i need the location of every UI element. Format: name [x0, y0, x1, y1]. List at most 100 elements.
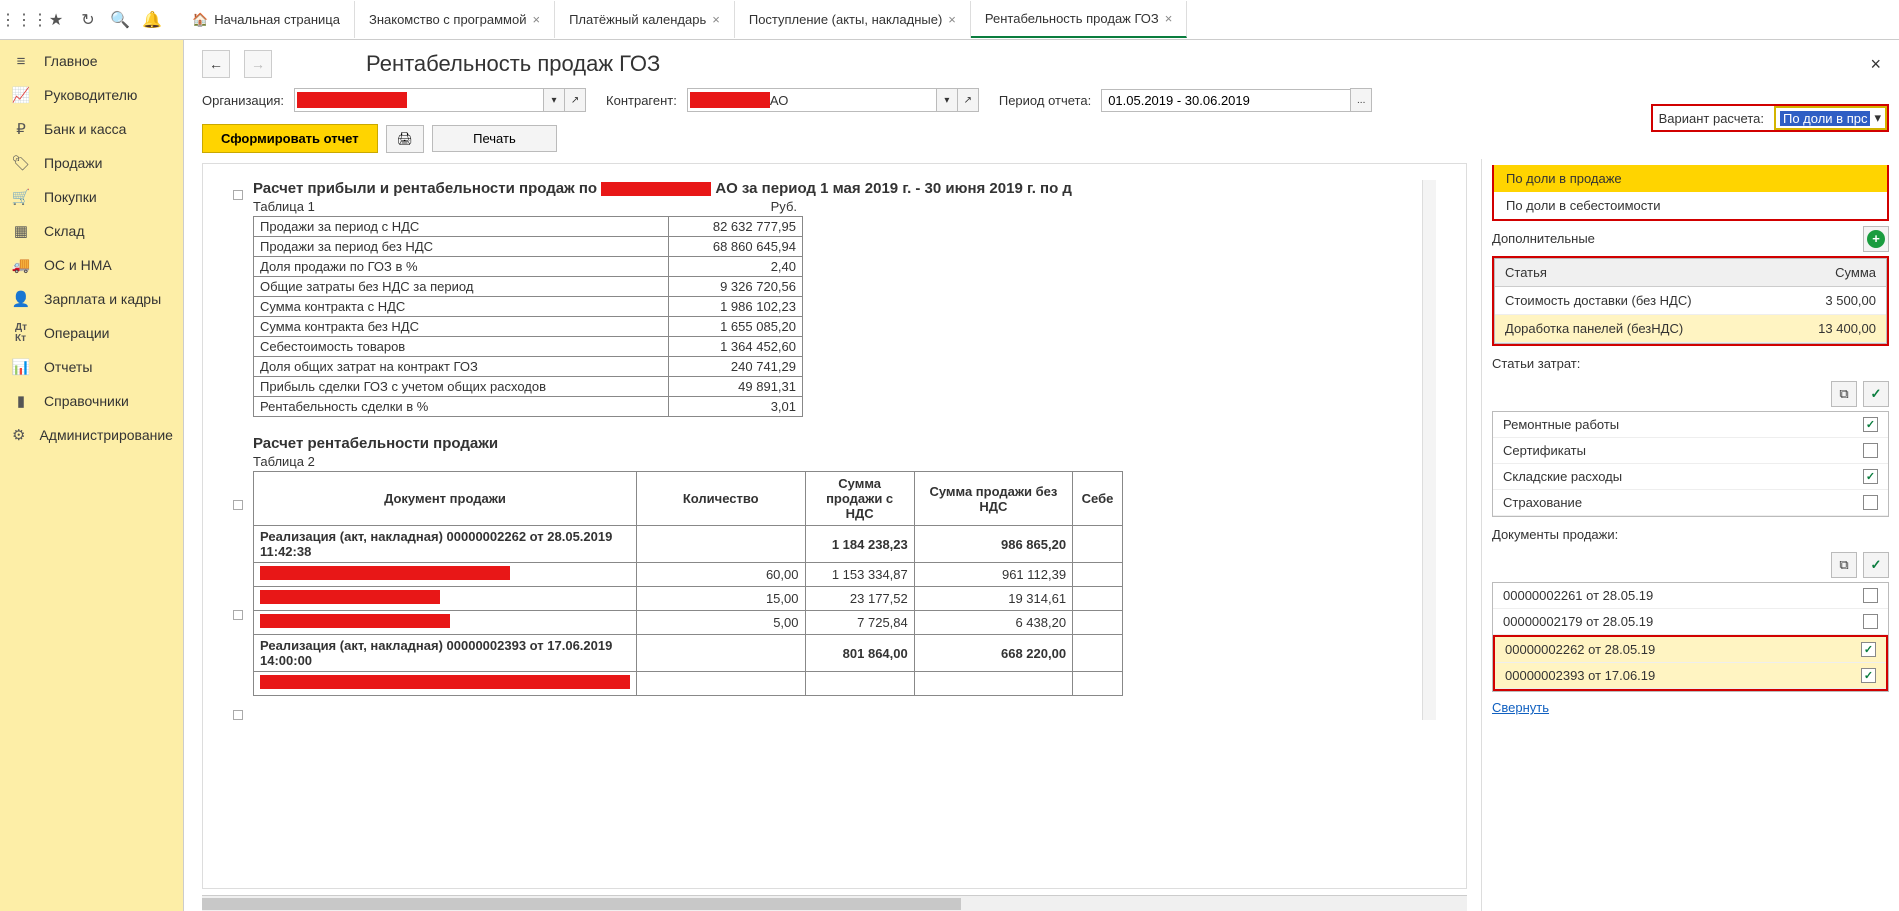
- kontr-field[interactable]: АО ▾ ↗: [687, 88, 979, 112]
- search-icon[interactable]: 🔍: [104, 4, 136, 36]
- sidebar-item-assets[interactable]: 🚚ОС и НМА: [0, 248, 183, 282]
- back-button[interactable]: ←: [202, 50, 230, 78]
- action-row: Сформировать отчет 🖨 Печать: [184, 118, 1899, 159]
- list-item[interactable]: 00000002262 от 28.05.19: [1495, 637, 1886, 663]
- checkbox[interactable]: [1863, 443, 1878, 458]
- page-header: ← → Рентабельность продаж ГОЗ ×: [184, 40, 1899, 82]
- person-icon: 👤: [12, 290, 30, 308]
- table2-label: Таблица 2: [253, 454, 1416, 469]
- docs-label: Документы продажи:: [1492, 521, 1889, 548]
- tag-icon: 🏷: [12, 154, 30, 172]
- tab-calendar[interactable]: Платёжный календарь×: [555, 1, 735, 38]
- table-row[interactable]: Доработка панелей (безНДС)13 400,00: [1495, 315, 1886, 343]
- tab-intro[interactable]: Знакомство с программой×: [355, 1, 555, 38]
- col-article: Статья: [1495, 259, 1756, 286]
- close-icon[interactable]: ×: [948, 12, 956, 27]
- sidebar: ≡Главное 📈Руководителю ₽Банк и касса 🏷Пр…: [0, 40, 184, 911]
- close-page-icon[interactable]: ×: [1870, 54, 1881, 75]
- tab-bar: 🏠 Начальная страница Знакомство с програ…: [178, 1, 1187, 38]
- collapse-toggle[interactable]: [233, 190, 243, 200]
- sidebar-item-admin[interactable]: ⚙Администрирование: [0, 418, 183, 452]
- print-button[interactable]: Печать: [432, 125, 557, 152]
- additional-table: СтатьяСумма Стоимость доставки (без НДС)…: [1494, 258, 1887, 344]
- checkbox[interactable]: [1861, 642, 1876, 657]
- forward-button[interactable]: →: [244, 50, 272, 78]
- content: ← → Рентабельность продаж ГОЗ × Организа…: [184, 40, 1899, 911]
- checkbox[interactable]: [1863, 417, 1878, 432]
- costs-label: Статьи затрат:: [1492, 350, 1889, 377]
- collapse-toggle[interactable]: [233, 710, 243, 720]
- add-button[interactable]: +: [1863, 226, 1889, 252]
- sidebar-item-sales[interactable]: 🏷Продажи: [0, 146, 183, 180]
- close-icon[interactable]: ×: [532, 12, 540, 27]
- open-icon[interactable]: ↗: [564, 88, 586, 112]
- sidebar-item-purchases[interactable]: 🛒Покупки: [0, 180, 183, 214]
- history-icon[interactable]: ↻: [72, 4, 104, 36]
- close-icon[interactable]: ×: [1165, 11, 1173, 26]
- checkbox[interactable]: [1863, 614, 1878, 629]
- sidebar-item-bank[interactable]: ₽Банк и касса: [0, 112, 183, 146]
- home-icon: 🏠: [192, 12, 208, 28]
- copy-button[interactable]: ⧉: [1831, 381, 1857, 407]
- redacted: [260, 566, 510, 580]
- list-item[interactable]: Ремонтные работы: [1493, 412, 1888, 438]
- org-field[interactable]: ▾ ↗: [294, 88, 586, 112]
- variant-dropdown: По доли в продаже По доли в себестоимост…: [1492, 165, 1889, 221]
- outline-gutter: [233, 180, 247, 720]
- tab-receipts[interactable]: Поступление (акты, накладные)×: [735, 1, 971, 38]
- variant-option-cost[interactable]: По доли в себестоимости: [1494, 192, 1887, 219]
- checkbox[interactable]: [1863, 495, 1878, 510]
- sidebar-item-reports[interactable]: 📊Отчеты: [0, 350, 183, 384]
- tab-home[interactable]: 🏠 Начальная страница: [178, 1, 355, 38]
- check-all-button[interactable]: ✓: [1863, 552, 1889, 578]
- docs-list: 00000002261 от 28.05.19 00000002179 от 2…: [1492, 582, 1889, 692]
- checkbox[interactable]: [1861, 668, 1876, 683]
- redacted: [601, 182, 711, 196]
- bars-icon: 📊: [12, 358, 30, 376]
- collapse-toggle[interactable]: [233, 500, 243, 510]
- sidebar-item-references[interactable]: ▮Справочники: [0, 384, 183, 418]
- sidebar-item-salary[interactable]: 👤Зарплата и кадры: [0, 282, 183, 316]
- close-icon[interactable]: ×: [712, 12, 720, 27]
- book-icon: ▮: [12, 392, 30, 410]
- period-input[interactable]: [1101, 89, 1351, 112]
- vertical-scrollbar[interactable]: [1422, 180, 1436, 720]
- copy-button[interactable]: ⧉: [1831, 552, 1857, 578]
- costs-list: Ремонтные работы Сертификаты Складские р…: [1492, 411, 1889, 517]
- tab-profitability[interactable]: Рентабельность продаж ГОЗ×: [971, 1, 1187, 38]
- collapse-link[interactable]: Свернуть: [1492, 696, 1889, 715]
- list-item[interactable]: 00000002179 от 28.05.19: [1493, 609, 1888, 635]
- collapse-toggle[interactable]: [233, 610, 243, 620]
- form-report-button[interactable]: Сформировать отчет: [202, 124, 378, 153]
- horizontal-scrollbar[interactable]: [202, 895, 1467, 911]
- sidebar-item-manager[interactable]: 📈Руководителю: [0, 78, 183, 112]
- dropdown-icon[interactable]: ▾: [543, 88, 565, 112]
- print-icon-button[interactable]: 🖨: [386, 125, 425, 153]
- list-item[interactable]: Складские расходы: [1493, 464, 1888, 490]
- table-row[interactable]: Стоимость доставки (без НДС)3 500,00: [1495, 287, 1886, 315]
- dropdown-icon[interactable]: ▾: [936, 88, 958, 112]
- sidebar-item-main[interactable]: ≡Главное: [0, 44, 183, 78]
- checkbox[interactable]: [1863, 588, 1878, 603]
- variant-option-sale[interactable]: По доли в продаже: [1494, 165, 1887, 192]
- redacted: [690, 92, 770, 108]
- sidebar-item-operations[interactable]: ДтКтОперации: [0, 316, 183, 350]
- list-item[interactable]: 00000002393 от 17.06.19: [1495, 663, 1886, 689]
- bell-icon[interactable]: 🔔: [136, 4, 168, 36]
- list-item[interactable]: Страхование: [1493, 490, 1888, 516]
- ruble-icon: ₽: [12, 120, 30, 138]
- period-label: Период отчета:: [999, 93, 1091, 108]
- period-field[interactable]: ...: [1101, 88, 1372, 112]
- apps-icon[interactable]: ⋮⋮⋮: [8, 4, 40, 36]
- open-icon[interactable]: ↗: [957, 88, 979, 112]
- redacted: [260, 675, 630, 689]
- list-item[interactable]: 00000002261 от 28.05.19: [1493, 583, 1888, 609]
- sidebar-item-warehouse[interactable]: ▦Склад: [0, 214, 183, 248]
- star-icon[interactable]: ★: [40, 4, 72, 36]
- ellipsis-button[interactable]: ...: [1350, 88, 1372, 112]
- report-area[interactable]: Расчет прибыли и рентабельности продаж п…: [202, 163, 1467, 889]
- grid-icon: ▦: [12, 222, 30, 240]
- list-item[interactable]: Сертификаты: [1493, 438, 1888, 464]
- check-all-button[interactable]: ✓: [1863, 381, 1889, 407]
- checkbox[interactable]: [1863, 469, 1878, 484]
